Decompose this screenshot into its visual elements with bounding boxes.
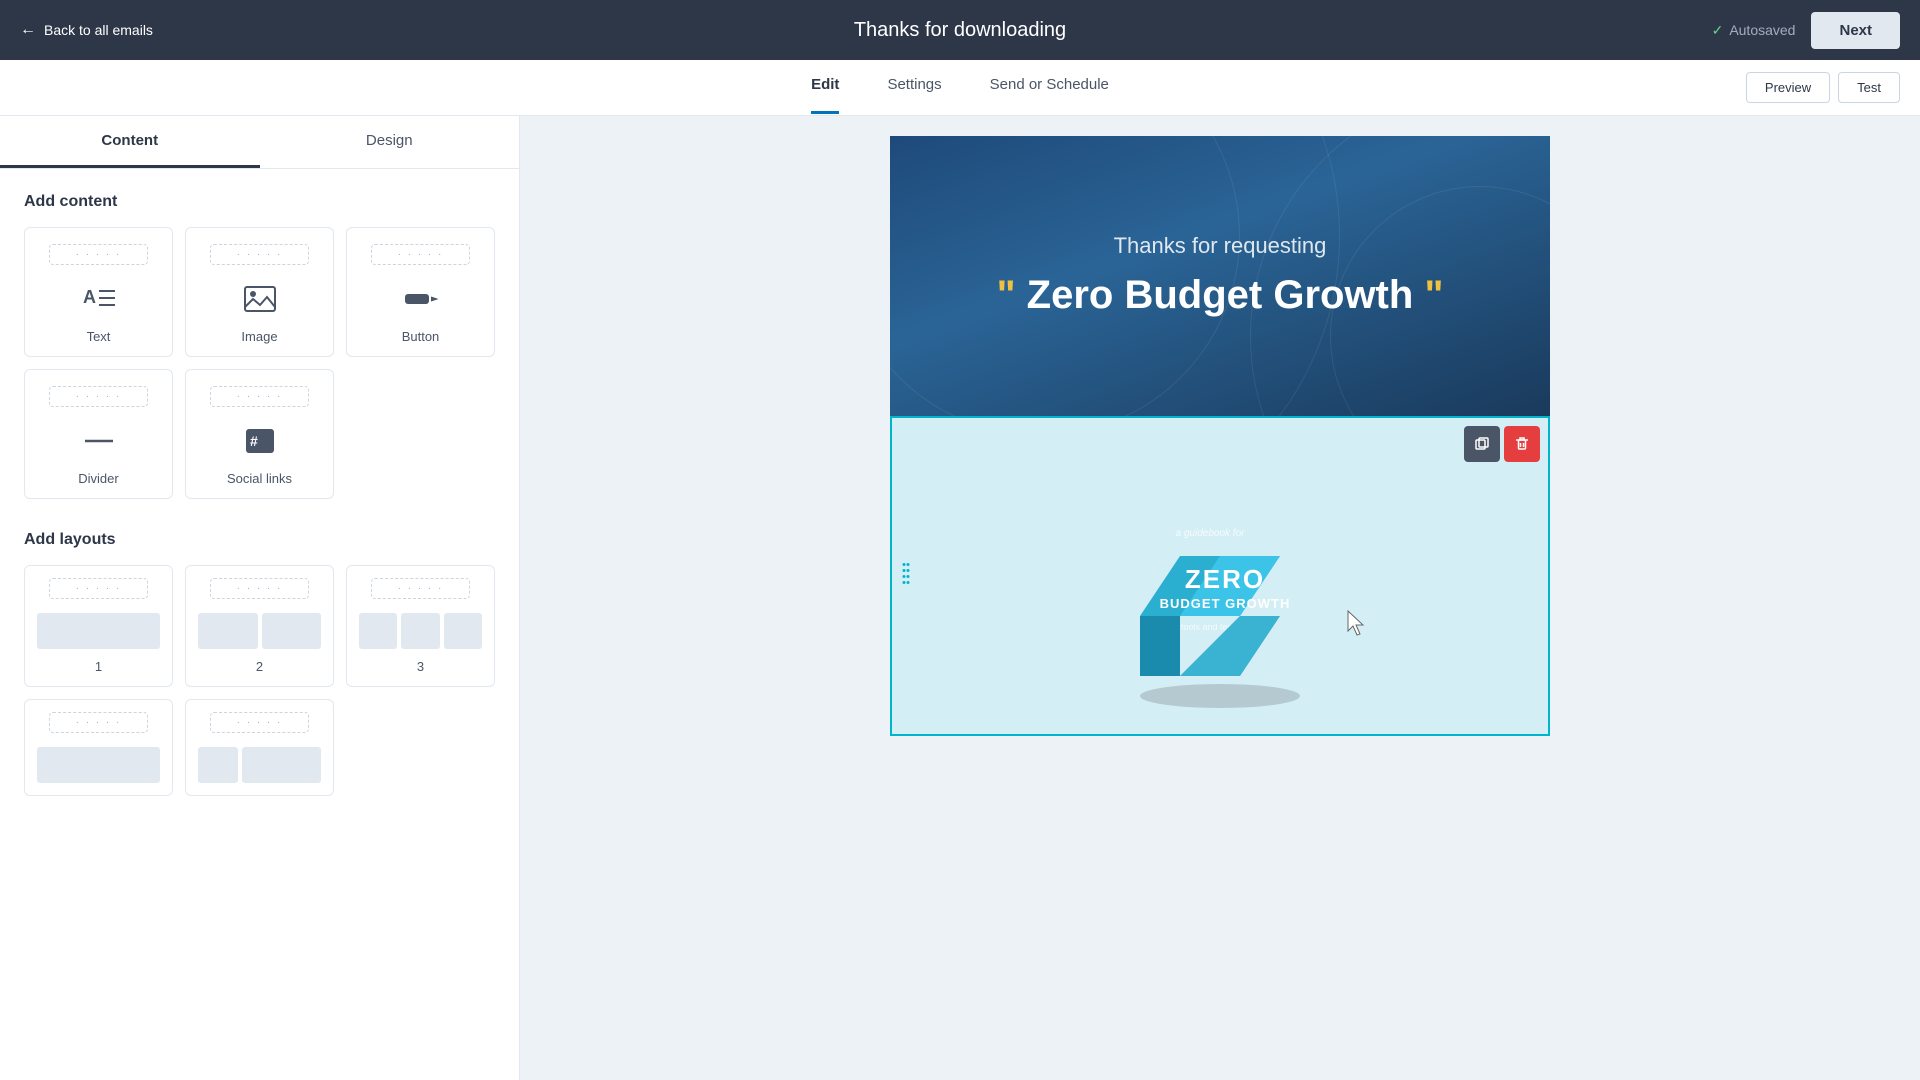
layout-3-preview [359, 613, 482, 649]
preview-button[interactable]: Preview [1746, 72, 1830, 103]
quote-open: " [997, 273, 1016, 317]
nav-right-actions: ✓ Autosaved Next [1712, 12, 1900, 49]
image-icon [242, 279, 278, 319]
button-dots: · · · · · [371, 244, 469, 265]
layout-3-label: 3 [417, 659, 424, 674]
tab-settings[interactable]: Settings [887, 62, 941, 114]
svg-text:A: A [83, 287, 96, 307]
duplicate-block-button[interactable] [1464, 426, 1500, 462]
block-text[interactable]: · · · · · A Text [24, 227, 173, 357]
top-navigation: ← Back to all emails Thanks for download… [0, 0, 1920, 60]
tab-edit[interactable]: Edit [811, 62, 839, 114]
autosaved-label: Autosaved [1729, 22, 1795, 38]
block-divider[interactable]: · · · · · Divider [24, 369, 173, 499]
layout-col [198, 613, 258, 649]
text-dots: · · · · · [49, 244, 147, 265]
back-to-emails-link[interactable]: ← Back to all emails [20, 21, 153, 39]
drag-handle[interactable] [900, 560, 912, 593]
email-container: Thanks for requesting " Zero Budget Grow… [890, 136, 1550, 736]
layout-5-preview [198, 747, 321, 783]
layout-2col[interactable]: · · · · · 2 [185, 565, 334, 687]
svg-text:#: # [250, 433, 258, 449]
layout-2-preview [198, 613, 321, 649]
block-image[interactable]: · · · · · Image [185, 227, 334, 357]
back-arrow-icon: ← [20, 21, 36, 39]
content-blocks-grid: · · · · · A Text · · · · · [24, 227, 495, 499]
svg-text:a guidebook for: a guidebook for [1176, 528, 1246, 539]
divider-icon [81, 421, 117, 461]
sidebar-content: Add content · · · · · A Text [0, 169, 519, 820]
test-button[interactable]: Test [1838, 72, 1900, 103]
image-dots: · · · · · [210, 244, 308, 265]
layouts-grid: · · · · · 1 · · · · · 2 [24, 565, 495, 796]
add-layouts-title: Add layouts [24, 531, 495, 549]
header-text-content: Thanks for requesting " Zero Budget Grow… [997, 233, 1444, 319]
back-link-label: Back to all emails [44, 22, 153, 38]
image-block-label: Image [241, 329, 277, 344]
quote-close: " [1424, 273, 1443, 317]
main-layout: Content Design Add content · · · · · A [0, 116, 1920, 1080]
text-block-label: Text [87, 329, 111, 344]
email-header-block[interactable]: Thanks for requesting " Zero Budget Grow… [890, 136, 1550, 416]
layout-col [262, 613, 322, 649]
layout-5[interactable]: · · · · · [185, 699, 334, 796]
layout-2-label: 2 [256, 659, 263, 674]
layout-1-label: 1 [95, 659, 102, 674]
header-subtitle: Thanks for requesting [997, 233, 1444, 259]
tab-send-schedule[interactable]: Send or Schedule [990, 62, 1109, 114]
checkmark-icon: ✓ [1712, 22, 1724, 39]
layout-3col[interactable]: · · · · · 3 [346, 565, 495, 687]
sidebar-tab-content[interactable]: Content [0, 116, 260, 168]
sub-nav-actions: Preview Test [1746, 72, 1900, 103]
layout-4[interactable]: · · · · · [24, 699, 173, 796]
layout-col [359, 613, 397, 649]
layout-col [37, 613, 160, 649]
autosaved-status: ✓ Autosaved [1712, 22, 1796, 39]
social-block-label: Social links [227, 471, 292, 486]
sidebar-tab-design[interactable]: Design [260, 116, 520, 168]
block-social[interactable]: · · · · · # Social links [185, 369, 334, 499]
book-image-block[interactable]: a guidebook for ZERO BUDGET GROWTH tools… [890, 416, 1550, 736]
layout-col [444, 613, 482, 649]
social-dots: · · · · · [210, 386, 308, 407]
svg-text:BUDGET GROWTH: BUDGET GROWTH [1160, 596, 1291, 611]
email-preview-area: Thanks for requesting " Zero Budget Grow… [520, 116, 1920, 1080]
sub-navigation: Edit Settings Send or Schedule Preview T… [0, 60, 1920, 116]
layout-1-preview [37, 613, 160, 649]
layout-col [401, 613, 439, 649]
block-toolbar [1464, 426, 1540, 462]
button-icon [403, 279, 439, 319]
add-content-title: Add content [24, 193, 495, 211]
layout-4-preview [37, 747, 160, 783]
divider-block-label: Divider [78, 471, 118, 486]
social-icon: # [242, 421, 278, 461]
header-title-text: Zero Budget Growth [1027, 273, 1425, 317]
delete-block-button[interactable] [1504, 426, 1540, 462]
next-button[interactable]: Next [1811, 12, 1900, 49]
sidebar: Content Design Add content · · · · · A [0, 116, 520, 1080]
sidebar-tabs: Content Design [0, 116, 519, 169]
email-title: Thanks for downloading [854, 19, 1066, 42]
editor-tabs: Edit Settings Send or Schedule [811, 62, 1109, 114]
header-title: " Zero Budget Growth " [997, 271, 1444, 319]
layout-1col[interactable]: · · · · · 1 [24, 565, 173, 687]
book-image: a guidebook for ZERO BUDGET GROWTH tools… [1080, 436, 1360, 716]
divider-dots: · · · · · [49, 386, 147, 407]
block-button[interactable]: · · · · · Button [346, 227, 495, 357]
text-icon: A [81, 279, 117, 319]
svg-text:ZERO: ZERO [1185, 564, 1265, 594]
button-block-label: Button [402, 329, 440, 344]
